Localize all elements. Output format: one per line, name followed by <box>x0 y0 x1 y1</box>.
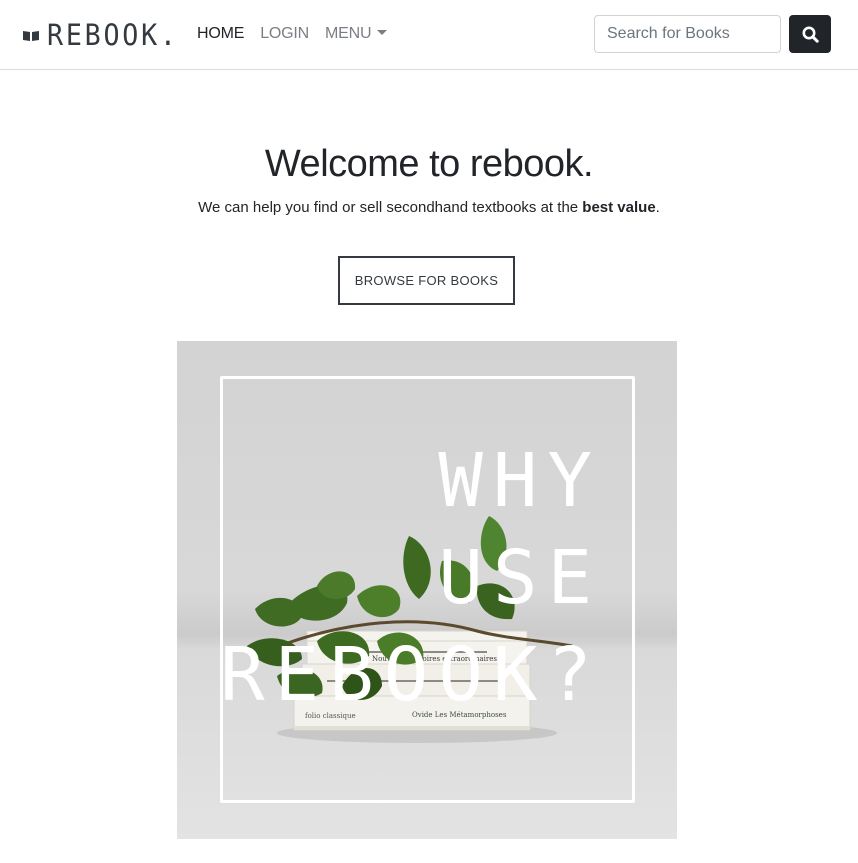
hero-subtitle: We can help you find or sell secondhand … <box>0 198 858 218</box>
browse-books-button[interactable]: BROWSE FOR BOOKS <box>338 256 515 305</box>
nav-home[interactable]: HOME <box>197 25 244 43</box>
nav-menu-dropdown[interactable]: MENU <box>325 25 388 43</box>
banner-line-3: REBOOK? <box>220 632 602 718</box>
why-use-rebook-banner: folio classique Ovide Les Métamorphoses … <box>177 341 677 839</box>
open-book-icon <box>23 31 39 41</box>
banner-line-2: USE <box>438 535 602 621</box>
banner-heading: WHY USE REBOOK? <box>220 433 602 724</box>
page-title: Welcome to rebook. <box>264 143 594 185</box>
banner-line-1: WHY <box>438 438 602 524</box>
caret-down-icon <box>377 30 388 35</box>
subtitle-end: . <box>655 199 660 216</box>
subtitle-emphasis: best value <box>582 199 656 216</box>
brand-logo[interactable]: REBOOK. <box>22 18 190 52</box>
nav-login[interactable]: LOGIN <box>260 25 309 43</box>
navbar: REBOOK. HOME LOGIN MENU <box>0 0 858 70</box>
brand-name: REBOOK. <box>47 18 179 52</box>
nav-links: HOME LOGIN MENU <box>197 22 403 46</box>
search-input[interactable] <box>594 15 781 53</box>
search-icon <box>802 26 819 43</box>
search-button[interactable] <box>789 15 831 53</box>
subtitle-text: We can help you find or sell secondhand … <box>198 199 583 216</box>
nav-menu-label: MENU <box>325 25 372 42</box>
